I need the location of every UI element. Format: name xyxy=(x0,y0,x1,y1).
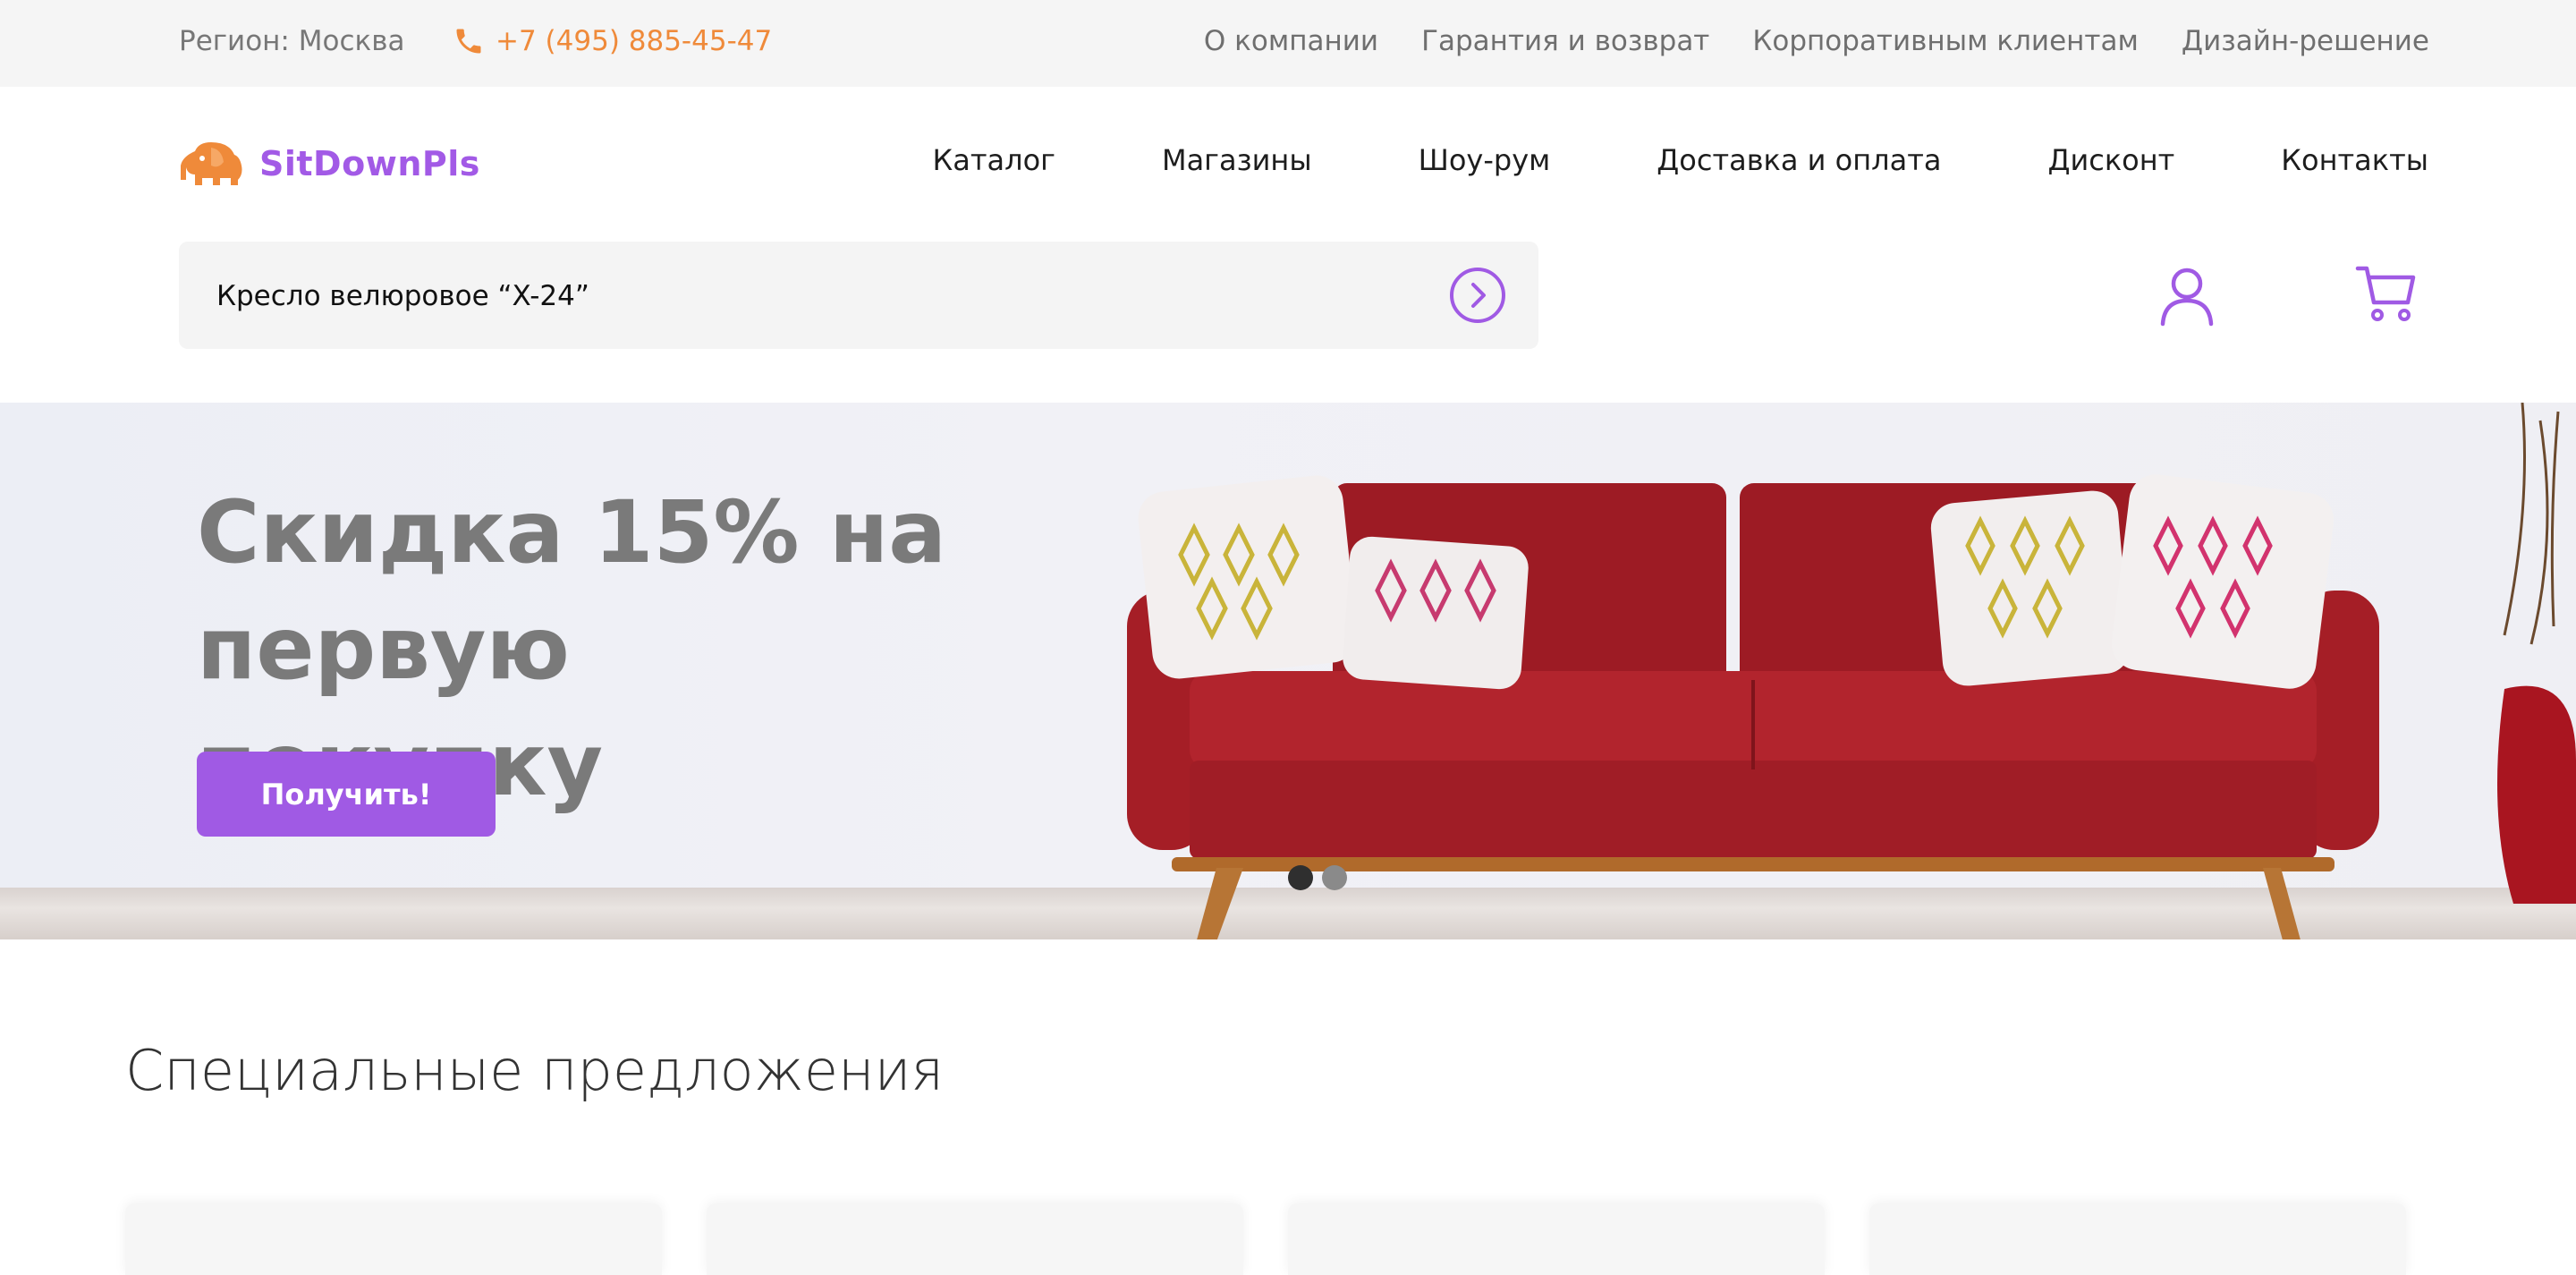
nav-item-catalog[interactable]: Каталог xyxy=(933,143,1055,177)
region-label[interactable]: Регион: Москва xyxy=(179,25,404,57)
offers-cards xyxy=(125,1203,2406,1275)
user-icon[interactable] xyxy=(2156,265,2218,327)
top-link-warranty[interactable]: Гарантия и возврат xyxy=(1421,25,1709,57)
hero-banner: Скидка 15% на первую покупку Получить! xyxy=(0,403,2576,939)
special-offers-title: Специальные предложения xyxy=(125,1038,945,1103)
top-link-design[interactable]: Дизайн-решение xyxy=(2182,25,2429,57)
top-link-corporate[interactable]: Корпоративным клиентам xyxy=(1752,25,2139,57)
phone-number: +7 (495) 885-45-47 xyxy=(496,25,773,57)
phone-link[interactable]: +7 (495) 885-45-47 xyxy=(453,25,772,57)
slider-dots xyxy=(1288,865,1347,890)
offer-card[interactable] xyxy=(125,1203,662,1275)
search-bar xyxy=(179,242,1538,351)
top-links: О компании Гарантия и возврат Корпоратив… xyxy=(1204,25,2429,57)
offer-card[interactable] xyxy=(1288,1203,1825,1275)
logo-text: SitDownPls xyxy=(259,144,480,183)
phone-icon xyxy=(456,29,481,54)
offer-card[interactable] xyxy=(707,1203,1243,1275)
cart-icon[interactable] xyxy=(2354,261,2419,326)
search-input[interactable] xyxy=(215,242,1453,351)
nav-item-stores[interactable]: Магазины xyxy=(1162,143,1312,177)
vase-image xyxy=(2497,403,2576,904)
nav-item-contacts[interactable]: Контакты xyxy=(2281,143,2428,177)
offer-card[interactable] xyxy=(1869,1203,2406,1275)
nav-item-discount[interactable]: Дисконт xyxy=(2047,143,2174,177)
nav-item-delivery[interactable]: Доставка и оплата xyxy=(1657,143,1941,177)
elephant-logo-icon xyxy=(181,142,242,185)
get-discount-button[interactable]: Получить! xyxy=(197,752,496,837)
slider-dot-1[interactable] xyxy=(1288,865,1313,890)
nav-item-showroom[interactable]: Шоу-рум xyxy=(1419,143,1551,177)
logo[interactable]: SitDownPls xyxy=(179,139,480,189)
chevron-right-icon[interactable] xyxy=(1449,267,1506,324)
top-link-about[interactable]: О компании xyxy=(1204,25,1378,57)
main-nav: Каталог Магазины Шоу-рум Доставка и опла… xyxy=(933,143,2428,177)
slider-dot-2[interactable] xyxy=(1322,865,1347,890)
pillow-group xyxy=(1138,474,2334,690)
top-bar: Регион: Москва +7 (495) 885-45-47 О комп… xyxy=(0,0,2576,87)
